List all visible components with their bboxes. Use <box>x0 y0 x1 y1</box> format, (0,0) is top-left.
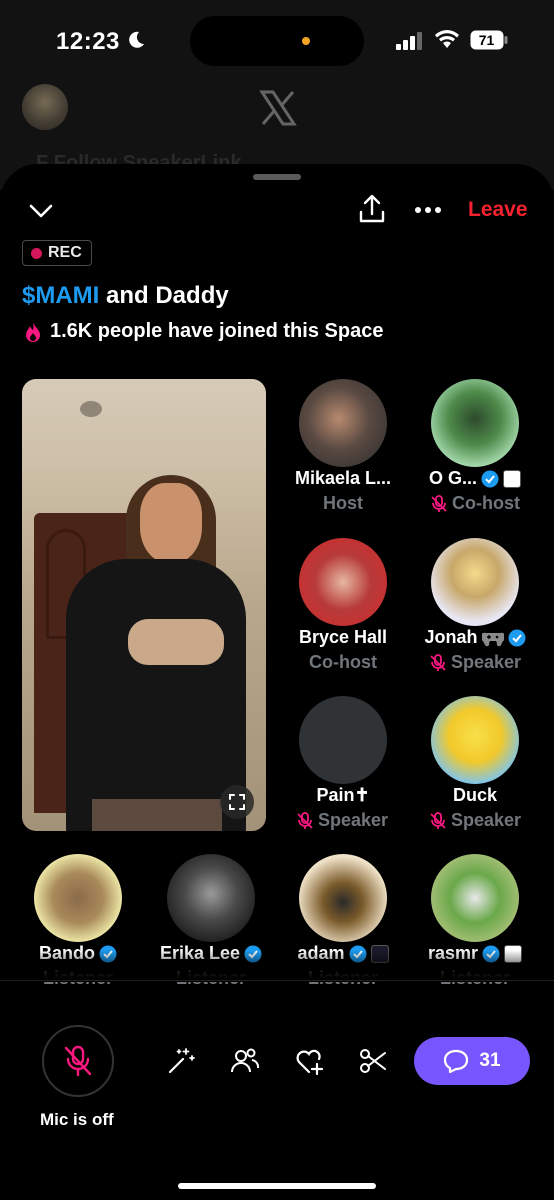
participant-name: Bryce Hall <box>298 627 388 647</box>
mic-toggle-button[interactable] <box>42 1025 114 1097</box>
verified-icon <box>508 629 525 646</box>
status-bar: 12:23 71 <box>0 0 554 80</box>
avatar-erika[interactable] <box>167 854 255 942</box>
chevron-down-icon[interactable] <box>28 198 54 224</box>
host-video[interactable] <box>22 379 266 831</box>
profile-avatar <box>22 84 68 130</box>
avatar-duck[interactable] <box>431 696 519 784</box>
clock: 12:23 <box>56 28 120 55</box>
avatar-jonah[interactable] <box>431 538 519 626</box>
hoodie-print <box>128 619 224 665</box>
battery-icon: 71 <box>470 30 508 50</box>
participant-role: Host <box>323 493 363 513</box>
joined-text: 1.6K people have joined this Space <box>50 320 384 342</box>
game-controller-icon <box>481 632 504 646</box>
scissors-icon[interactable] <box>358 1046 388 1076</box>
affiliate-badge-icon <box>503 469 521 488</box>
mic-off-icon <box>430 653 446 671</box>
participant-role: Co-host <box>405 493 545 514</box>
participant-role: Speaker <box>405 810 545 831</box>
fire-icon <box>26 321 40 342</box>
wifi-icon <box>435 30 459 48</box>
space-title: $MAMI and Daddy <box>22 282 229 310</box>
sheet-grabber[interactable] <box>253 174 301 180</box>
mic-off-icon <box>430 811 446 829</box>
participant-role: Speaker <box>405 652 545 673</box>
dynamic-island <box>190 16 364 66</box>
comment-bubble-icon <box>444 1049 469 1073</box>
more-options-icon[interactable] <box>414 206 442 214</box>
moon-icon <box>129 31 144 48</box>
heart-plus-icon[interactable] <box>294 1046 324 1076</box>
participant-role: Co-host <box>309 652 377 672</box>
avatar-rasmr[interactable] <box>431 854 519 942</box>
expand-icon <box>229 794 245 810</box>
ceiling-light <box>80 401 102 417</box>
share-icon[interactable] <box>358 194 386 224</box>
verified-icon <box>481 470 499 487</box>
leave-button[interactable]: Leave <box>468 198 528 222</box>
comment-count: 31 <box>479 1050 501 1071</box>
space-toolbar: Leave <box>0 194 554 230</box>
svg-text:71: 71 <box>479 32 495 48</box>
avatar-bando[interactable] <box>34 854 122 942</box>
bottom-divider <box>0 980 554 981</box>
recording-badge: REC <box>22 240 92 266</box>
cashtag-link[interactable]: $MAMI <box>22 282 99 309</box>
participant-name: O G... <box>405 468 545 489</box>
joined-count: 1.6K people have joined this Space <box>24 320 383 343</box>
mic-status-label: Mic is off <box>40 1110 114 1129</box>
magic-wand-icon[interactable] <box>166 1046 196 1076</box>
participant-name: Duck <box>452 785 497 805</box>
avatar-adam[interactable] <box>299 854 387 942</box>
mic-off-icon <box>64 1045 92 1077</box>
person-face <box>140 483 202 563</box>
rec-label: REC <box>48 244 82 261</box>
signal-icon <box>396 32 422 50</box>
avatar-mikaela[interactable] <box>299 379 387 467</box>
mic-off-icon <box>297 811 313 829</box>
avatar-bryce[interactable] <box>299 538 387 626</box>
mic-off-icon <box>431 494 447 512</box>
title-text: and Daddy <box>99 282 229 309</box>
avatar-pain[interactable] <box>299 696 387 784</box>
avatar-og[interactable] <box>431 379 519 467</box>
comments-button[interactable]: 31 <box>414 1037 530 1085</box>
participant-name: Pain✝ <box>316 785 370 805</box>
home-indicator[interactable] <box>178 1183 376 1189</box>
x-logo-icon <box>259 90 297 126</box>
fullscreen-button[interactable] <box>220 785 254 819</box>
person-hoodie <box>66 559 246 831</box>
participant-role: Speaker <box>272 810 412 831</box>
participant-name: Jonah <box>405 627 545 648</box>
people-icon[interactable] <box>230 1046 260 1076</box>
participant-name: Mikaela L... <box>294 468 392 488</box>
record-dot-icon <box>31 247 42 259</box>
